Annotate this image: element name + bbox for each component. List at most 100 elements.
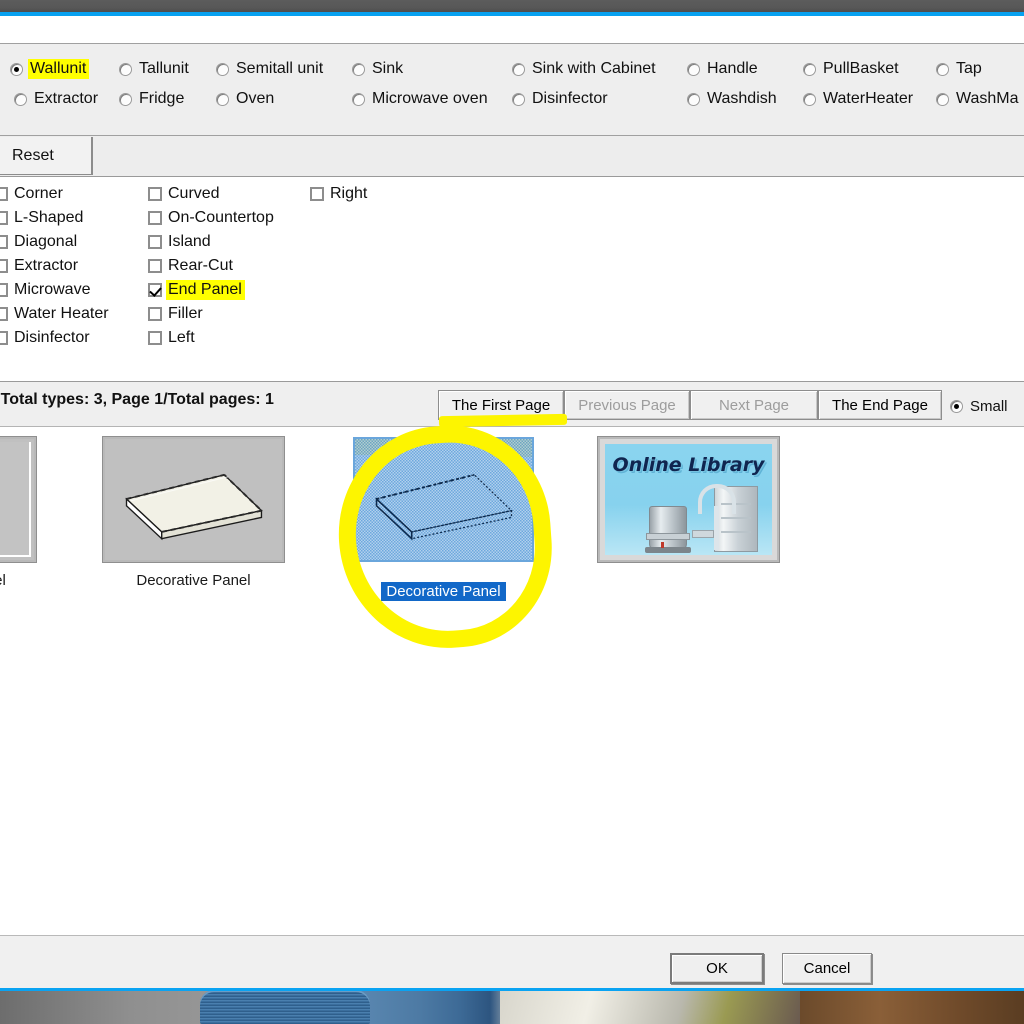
filter-checkbox-label: Extractor	[14, 257, 79, 274]
filter-checkbox-diagonal[interactable]: Diagonal	[0, 230, 109, 254]
filter-checkbox-corner[interactable]: Corner	[0, 182, 109, 206]
checkbox-icon	[148, 331, 162, 345]
filter-checkbox-rear-cut[interactable]: Rear-Cut	[148, 254, 274, 278]
cancel-button[interactable]: Cancel	[782, 953, 872, 984]
filter-checkbox-water-heater[interactable]: Water Heater	[0, 302, 109, 326]
unit-type-radio-oven[interactable]: Oven	[216, 87, 274, 111]
radio-icon	[687, 62, 700, 76]
thumbnail-caption: Decorative Panel	[381, 582, 506, 601]
checkbox-icon	[0, 259, 8, 273]
unit-type-radio-semitall-unit[interactable]: Semitall unit	[216, 57, 323, 81]
unit-type-radio-microwave-oven[interactable]: Microwave oven	[352, 87, 488, 111]
pagination-button-label: Previous Page	[578, 396, 676, 414]
checkbox-icon	[148, 211, 162, 225]
unit-type-row-2: Extractor Fridge Oven Microwave oven Disinfe…	[0, 87, 1024, 111]
pagination-bar: el:Total types: 3, Page 1/Total pages: 1…	[0, 381, 1024, 427]
filter-column-3: Right	[310, 182, 367, 206]
filter-checkbox-island[interactable]: Island	[148, 230, 274, 254]
pagination-button-label: Next Page	[718, 396, 790, 414]
unit-type-radio-wallunit[interactable]: Wallunit	[10, 57, 90, 81]
radio-icon	[14, 92, 27, 106]
unit-type-radio-label: Sink	[372, 60, 404, 77]
thumbnail-gallery: el Decorative Panel	[0, 427, 1024, 935]
unit-type-radio-label: Semitall unit	[236, 60, 324, 77]
pagination-previous-page-button: Previous Page	[564, 390, 690, 420]
unit-type-radio-label: Sink with Cabinet	[532, 60, 656, 77]
filter-checkbox-left[interactable]: Left	[148, 326, 274, 350]
ok-button[interactable]: OK	[670, 953, 764, 984]
unit-type-radio-label: Disinfector	[532, 90, 608, 107]
unit-type-radio-tap[interactable]: Tap	[936, 57, 982, 81]
decorative-panel-icon	[375, 473, 513, 541]
thumbnail-caption-wrap: el	[0, 572, 36, 590]
radio-icon	[512, 92, 525, 106]
radio-icon	[119, 92, 132, 106]
gallery-item[interactable]: Online Library	[598, 437, 779, 572]
radio-icon	[352, 62, 365, 76]
filter-checkbox-end-panel[interactable]: End Panel	[148, 278, 274, 302]
unit-type-radio-sink[interactable]: Sink	[352, 57, 403, 81]
unit-type-radio-tallunit[interactable]: Tallunit	[119, 57, 189, 81]
gallery-item-selected[interactable]: Decorative Panel	[353, 437, 534, 601]
pagination-the-first-page-button[interactable]: The First Page	[438, 390, 564, 420]
window-titlebar	[0, 0, 1024, 12]
pagination-button-label: The First Page	[451, 396, 551, 414]
unit-type-radio-label: Tap	[956, 60, 982, 77]
filter-checkbox-filler[interactable]: Filler	[148, 302, 274, 326]
unit-type-radio-label: Oven	[236, 90, 275, 107]
unit-type-radio-pullbasket[interactable]: PullBasket	[803, 57, 899, 81]
filter-checkbox-microwave[interactable]: Microwave	[0, 278, 109, 302]
unit-type-radio-disinfector[interactable]: Disinfector	[512, 87, 608, 111]
unit-type-radio-label: Tallunit	[139, 60, 189, 77]
unit-type-radio-sink-with-cabinet[interactable]: Sink with Cabinet	[512, 57, 656, 81]
pagination-the-end-page-button[interactable]: The End Page	[818, 390, 942, 420]
thumbnail-size-small-radio[interactable]: Small	[950, 396, 1008, 416]
unit-type-radio-label: Extractor	[34, 90, 99, 107]
radio-icon	[687, 92, 700, 106]
unit-type-radio-washdish[interactable]: Washdish	[687, 87, 777, 111]
unit-type-radio-waterheater[interactable]: WaterHeater	[803, 87, 913, 111]
filter-checkbox-l-shaped[interactable]: L-Shaped	[0, 206, 109, 230]
filter-checkbox-label: Rear-Cut	[168, 257, 233, 274]
screenshot-root: Wallunit Tallunit Semitall unit Sink Sink wi…	[0, 0, 1024, 1024]
reset-button-label: Reset	[12, 146, 54, 164]
radio-icon	[512, 62, 525, 76]
gallery-item[interactable]: Decorative Panel	[103, 437, 284, 590]
filter-checkbox-extractor[interactable]: Extractor	[0, 254, 109, 278]
checkbox-icon	[0, 283, 8, 297]
filter-checkbox-label: Microwave	[14, 281, 91, 298]
unit-type-radio-handle[interactable]: Handle	[687, 57, 758, 81]
checkbox-icon	[0, 235, 8, 249]
filter-checkbox-label: Filler	[168, 305, 203, 322]
unit-type-radio-extractor[interactable]: Extractor	[14, 87, 98, 111]
unit-type-radio-washma[interactable]: WashMa	[936, 87, 1019, 111]
desktop-background-photo	[0, 990, 1024, 1024]
checkbox-icon	[148, 259, 162, 273]
filter-checkbox-disinfector[interactable]: Disinfector	[0, 326, 109, 350]
checkbox-icon	[148, 187, 162, 201]
reset-button[interactable]: Reset	[0, 137, 93, 175]
filter-checkbox-on-countertop[interactable]: On-Countertop	[148, 206, 274, 230]
checkbox-icon	[148, 235, 162, 249]
checkbox-icon	[310, 187, 324, 201]
thumbnail-size-small-label: Small	[970, 397, 1008, 415]
thumbnail-image: Online Library	[598, 437, 779, 562]
pagination-status-text: el:Total types: 3, Page 1/Total pages: 1	[0, 391, 274, 408]
water-dispenser-icon	[646, 506, 690, 550]
thumbnail-image	[353, 437, 534, 562]
panel-thumbnail-art	[0, 442, 31, 557]
filter-checkbox-label: Curved	[168, 185, 220, 202]
checkbox-icon	[0, 211, 8, 225]
tap-icon	[692, 530, 714, 538]
filter-checkbox-curved[interactable]: Curved	[148, 182, 274, 206]
gallery-item[interactable]: el	[0, 437, 36, 590]
filter-checkbox-right[interactable]: Right	[310, 182, 367, 206]
checkbox-icon	[148, 283, 162, 297]
radio-icon	[803, 92, 816, 106]
filter-checkbox-label: Left	[168, 329, 195, 346]
pagination-button-label: The End Page	[832, 396, 928, 414]
unit-type-radio-fridge[interactable]: Fridge	[119, 87, 184, 111]
radio-icon	[352, 92, 365, 106]
filter-checkbox-area: Corner L-Shaped Diagonal Extractor Microwave…	[0, 177, 1024, 381]
filter-checkbox-label: End Panel	[166, 280, 245, 300]
